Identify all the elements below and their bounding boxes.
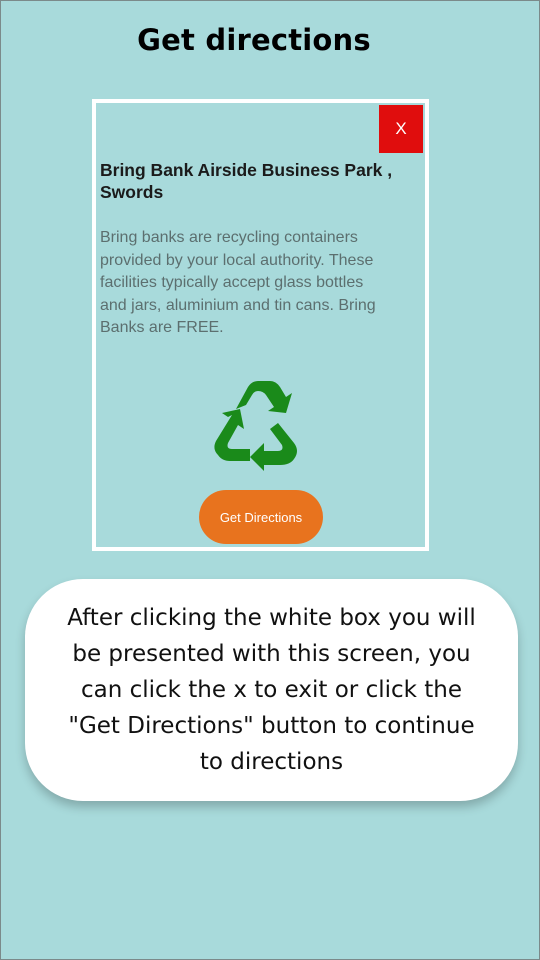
popup-title-line: Swords: [100, 182, 164, 202]
popup-title: Bring Bank Airside Business Park , Sword…: [100, 159, 400, 203]
popup-description-line: provided by your local authority. These: [100, 251, 374, 269]
popup-description-line: facilities typically accept glass bottle…: [100, 274, 364, 291]
popup-description: Bring banks are recycling containers pro…: [100, 227, 425, 340]
popup-description-line: Banks are FREE.: [100, 319, 224, 336]
get-directions-button[interactable]: Get Directions: [199, 490, 323, 544]
instruction-line: can click the x to exit or click the: [80, 677, 463, 703]
instruction-text: After clicking the white box you will be…: [52, 600, 492, 780]
popup-description-line: Bring banks are recycling containers: [100, 229, 358, 246]
close-button[interactable]: X: [379, 105, 423, 153]
popup-screenshot[interactable]: X Bring Bank Airside Business Park , Swo…: [92, 99, 429, 551]
page-title: Get directions: [137, 23, 371, 57]
popup-title-line: Bring Bank Airside Business Park ,: [100, 160, 393, 180]
instruction-line: be presented with this screen, you: [72, 641, 471, 667]
recycle-icon: [214, 381, 297, 471]
instruction-line: After clicking the white box you will: [67, 605, 476, 631]
instruction-line: "Get Directions" button to continue: [68, 713, 475, 739]
instruction-card: After clicking the white box you will be…: [25, 579, 518, 801]
popup-description-line: and jars, aluminium and tin cans. Bring: [100, 296, 376, 314]
instruction-line: to directions: [199, 749, 344, 775]
